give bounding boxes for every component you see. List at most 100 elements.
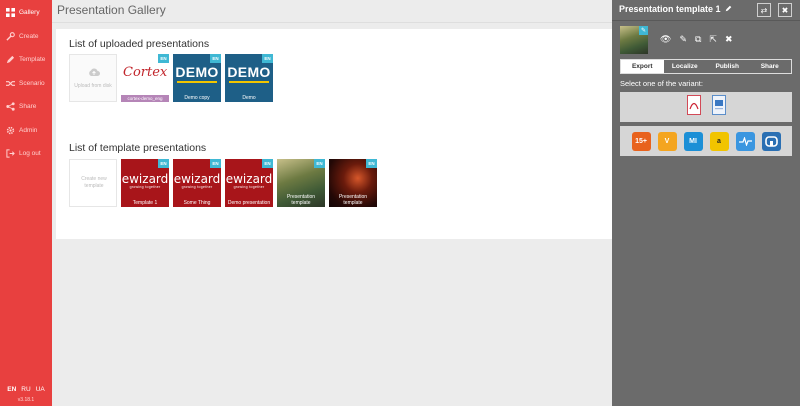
ewizard-tagline: growing together <box>181 185 213 189</box>
edit-title-icon[interactable] <box>725 4 732 14</box>
divider <box>612 20 800 21</box>
ewizard-logo: ewizard <box>173 172 221 186</box>
gear-icon <box>5 125 15 135</box>
share-icon <box>5 102 15 112</box>
lang-ua[interactable]: UA <box>36 386 45 393</box>
language-badge: EN <box>158 159 169 168</box>
export-variants <box>620 92 792 122</box>
sidebar-item-template[interactable]: Template <box>0 48 52 72</box>
copy-icon[interactable]: ⧉ <box>695 34 701 45</box>
tab-localize[interactable]: Localize <box>664 60 707 73</box>
wrench-icon <box>5 31 15 41</box>
tab-share[interactable]: Share <box>749 60 792 73</box>
page-title: Presentation Gallery <box>57 3 166 17</box>
panel-title: Presentation template 1 <box>619 4 721 14</box>
template-thumb[interactable]: ewizard growing together EN Template 1 <box>121 159 169 207</box>
cloud-upload-icon <box>88 64 100 82</box>
pulse-app-icon[interactable] <box>735 131 755 151</box>
language-badge: EN <box>210 159 221 168</box>
sidebar-item-label: Log out <box>19 150 41 158</box>
sidebar-item-share[interactable]: Share <box>0 95 52 119</box>
lang-en[interactable]: EN <box>7 386 16 393</box>
template-caption: Some Thing <box>183 200 211 206</box>
language-badge: EN <box>314 159 325 168</box>
upload-from-disk-button[interactable]: Upload from disk <box>69 54 117 102</box>
template-caption: Demo presentation <box>227 200 271 206</box>
language-badge: EN <box>366 159 377 168</box>
presentation-thumb[interactable]: Cortex EN cortex-demo_eng <box>121 54 169 102</box>
lang-ru[interactable]: RU <box>21 386 30 393</box>
tab-export[interactable]: Export <box>621 60 664 73</box>
cortex-logo: Cortex <box>123 65 168 80</box>
selected-template-thumb: ✎ <box>620 26 648 54</box>
template-caption: Presentation template <box>338 194 368 206</box>
details-panel: Presentation template 1 ⇄ ✖ ✎ 👁 ✎ ⧉ ⇱ ✖ … <box>612 0 800 406</box>
swap-icon: ⇄ <box>760 5 768 15</box>
template-actions: 👁 ✎ ⧉ ⇱ ✖ <box>660 34 733 45</box>
panel-tabs: Export Localize Publish Share <box>620 59 792 74</box>
template-thumb[interactable]: EN Presentation template <box>277 159 325 207</box>
template-thumb[interactable]: ewizard growing together EN Some Thing <box>173 159 221 207</box>
edit-thumb-icon[interactable]: ✎ <box>639 26 648 35</box>
demo-logo: DEMO <box>227 64 271 80</box>
edit-wand-icon[interactable]: ✎ <box>679 34 687 45</box>
ewizard-logo: ewizard <box>225 172 273 186</box>
sidebar-item-label: Share <box>19 103 37 111</box>
delete-icon[interactable]: ✖ <box>725 34 733 45</box>
demo-underline <box>229 81 269 83</box>
sidebar-item-label: Scenario <box>19 79 45 87</box>
veeva-app-icon[interactable]: V <box>657 131 677 151</box>
swap-button[interactable]: ⇄ <box>757 3 771 17</box>
pdf-export-icon[interactable] <box>686 94 701 120</box>
sidebar-item-label: Create <box>19 32 39 40</box>
pencil-icon <box>5 55 15 65</box>
language-switcher: EN RU UA <box>0 386 52 393</box>
template-thumb[interactable]: ewizard growing together EN Demo present… <box>225 159 273 207</box>
templates-section-title: List of template presentations <box>69 142 207 154</box>
ewizard-tagline: growing together <box>233 185 265 189</box>
panel-header: Presentation template 1 <box>619 4 732 14</box>
uploaded-section-title: List of uploaded presentations <box>69 38 210 50</box>
export-share-icon[interactable]: ⇱ <box>709 34 717 45</box>
upload-label: Upload from disk <box>74 83 112 89</box>
export-apps: 15+ V MI a <box>620 126 792 156</box>
select-variant-label: Select one of the variant: <box>620 79 703 88</box>
yellow-app-icon[interactable]: a <box>709 131 729 151</box>
tab-publish[interactable]: Publish <box>706 60 749 73</box>
ewizard-logo: ewizard <box>121 172 169 186</box>
create-template-button[interactable]: Create new template <box>69 159 117 207</box>
version-label: v3.18.1 <box>17 397 35 403</box>
shuffle-icon <box>5 78 15 88</box>
language-badge: EN <box>158 54 169 63</box>
sidebar-item-scenario[interactable]: Scenario <box>0 72 52 96</box>
sidebar-item-gallery[interactable]: Gallery <box>0 1 52 25</box>
mi-app-icon[interactable]: MI <box>683 131 703 151</box>
close-icon: ✖ <box>781 5 789 15</box>
presentation-thumb[interactable]: DEMO EN Demo copy <box>173 54 221 102</box>
preview-eye-icon[interactable]: 👁 <box>660 34 671 45</box>
tiles-app-icon[interactable]: 15+ <box>631 131 651 151</box>
demo-underline <box>177 81 217 83</box>
abbott-app-icon[interactable] <box>761 131 781 151</box>
template-thumb[interactable]: EN Presentation template <box>329 159 377 207</box>
presentation-caption: Demo copy <box>184 95 210 101</box>
image-export-icon[interactable] <box>711 94 726 120</box>
sidebar-item-label: Admin <box>19 126 38 134</box>
template-caption: Template 1 <box>132 200 158 206</box>
gallery-card: List of uploaded presentations Upload fr… <box>56 29 612 239</box>
divider <box>52 22 612 23</box>
create-template-label: Create new template <box>81 176 107 189</box>
close-button[interactable]: ✖ <box>778 3 792 17</box>
grid-icon <box>5 8 15 18</box>
template-caption: Presentation template <box>286 194 316 206</box>
sidebar-item-create[interactable]: Create <box>0 25 52 49</box>
language-badge: EN <box>210 54 221 63</box>
main-content: Presentation Gallery List of uploaded pr… <box>52 0 612 406</box>
demo-logo: DEMO <box>175 64 219 80</box>
language-badge: EN <box>262 159 273 168</box>
sidebar-item-label: Gallery <box>19 9 40 17</box>
sidebar-item-logout[interactable]: Log out <box>0 142 52 166</box>
ewizard-tagline: growing together <box>129 185 161 189</box>
sidebar-item-admin[interactable]: Admin <box>0 119 52 143</box>
presentation-thumb[interactable]: DEMO EN Demo <box>225 54 273 102</box>
